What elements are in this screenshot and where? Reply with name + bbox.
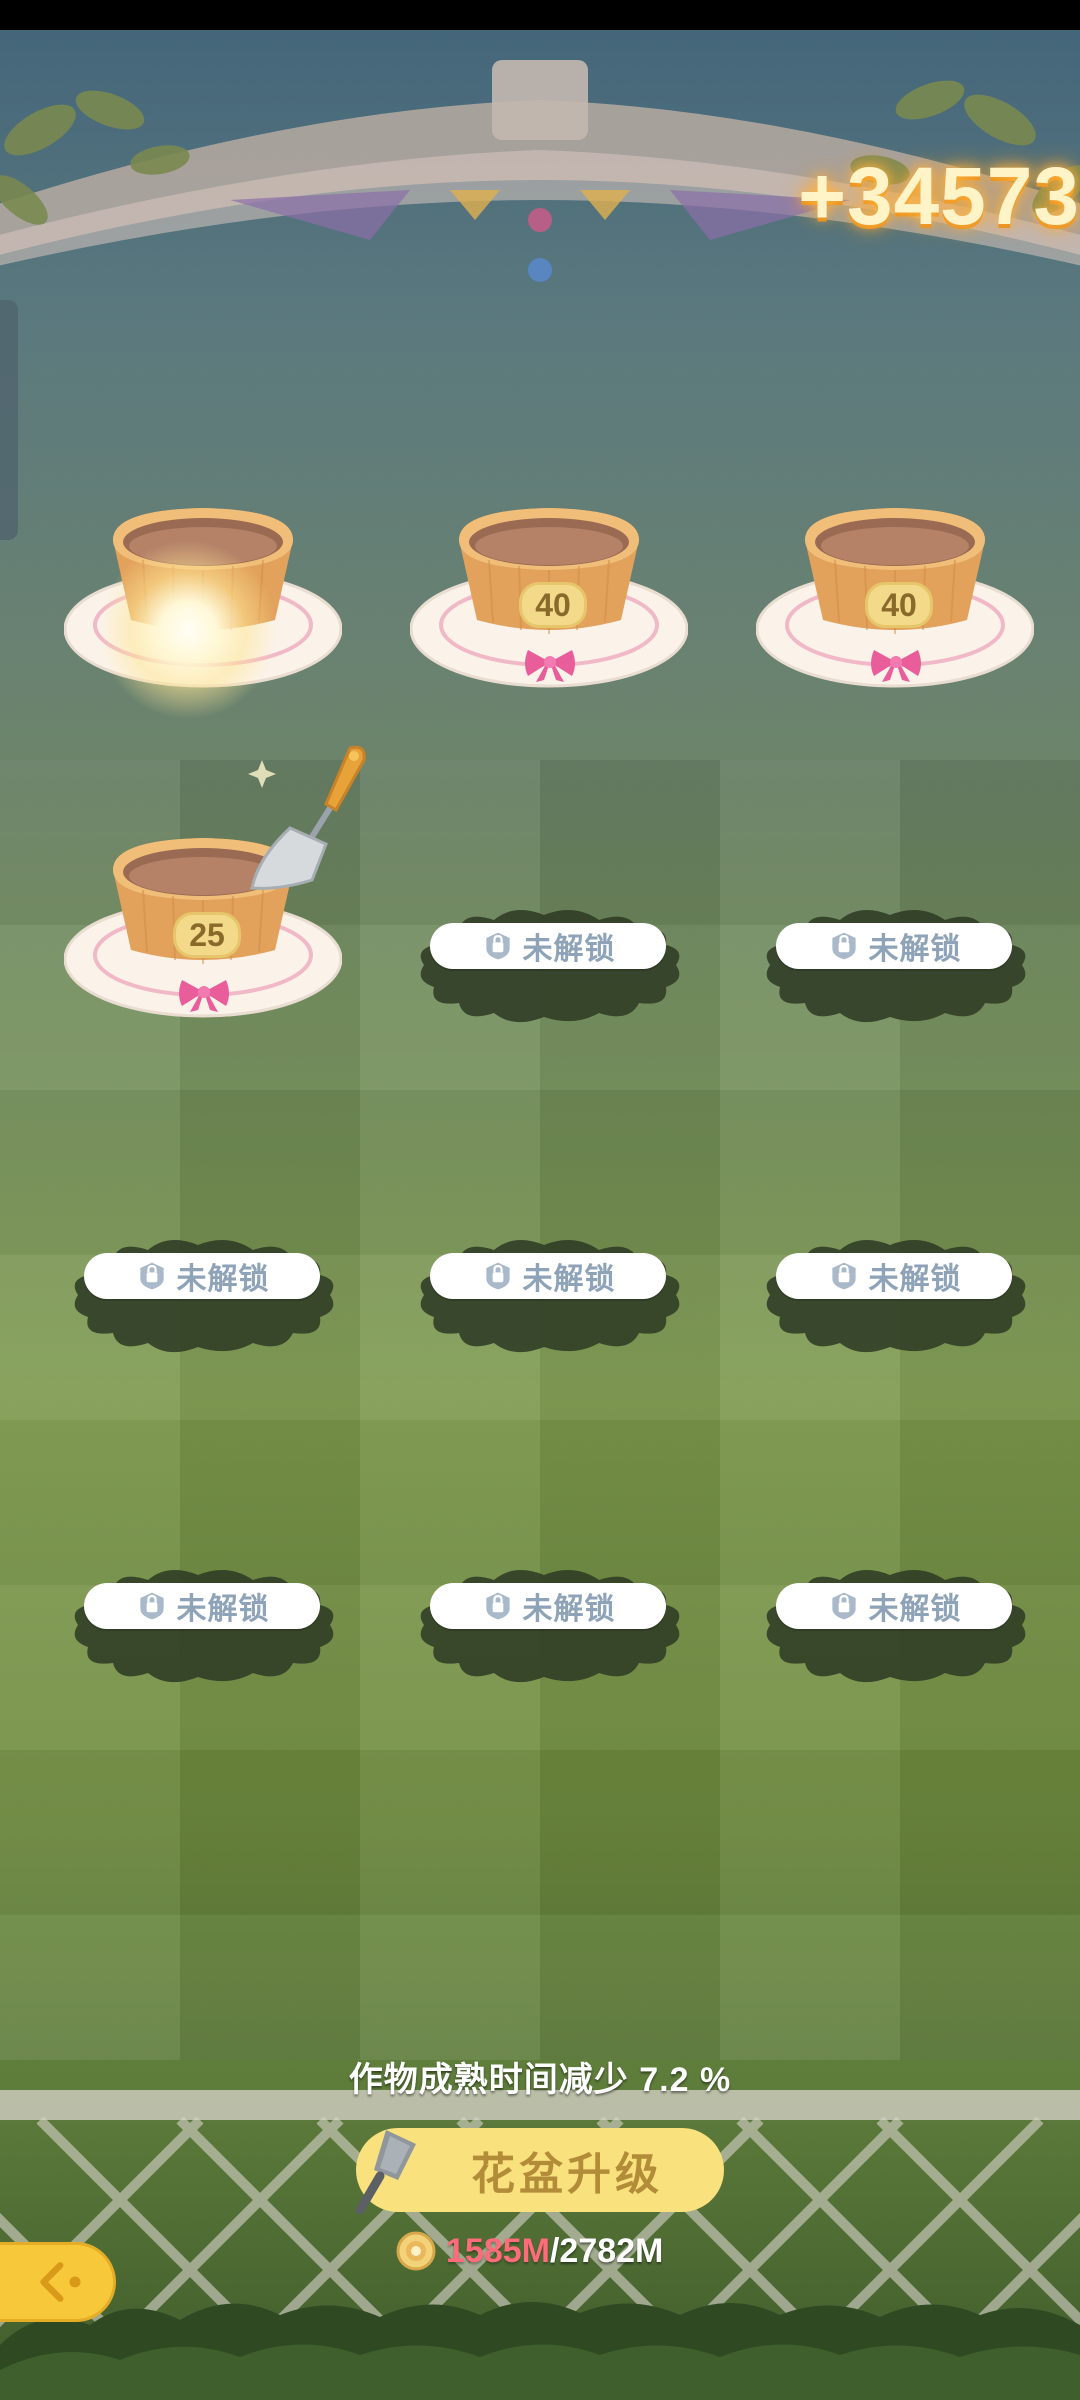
locked-badge: 未解锁 [430,1253,666,1299]
locked-label: 未解锁 [522,933,616,966]
locked-badge: 未解锁 [776,1583,1012,1629]
lock-icon [484,1261,511,1291]
flower-pot-1[interactable] [58,500,348,720]
cost-separator: / [549,2231,560,2270]
lock-icon [138,1261,165,1291]
pot-level-badge: 40 [865,582,933,628]
locked-label: 未解锁 [868,933,962,966]
bow-icon [871,650,921,682]
bow-icon [525,650,575,682]
locked-label: 未解锁 [868,1593,962,1626]
lock-icon [484,1591,511,1621]
score-gain: +34573 [798,151,1080,242]
lock-icon [830,1261,857,1291]
locked-label: 未解锁 [868,1263,962,1296]
locked-badge: 未解锁 [84,1253,320,1299]
hedge-decoration [0,2301,1080,2400]
locked-badge: 未解锁 [776,1253,1012,1299]
locked-slot[interactable]: 未解锁 [750,1555,1040,1695]
lock-icon [830,931,857,961]
locked-slot[interactable]: 未解锁 [58,1555,348,1695]
locked-label: 未解锁 [176,1593,270,1626]
locked-slot[interactable]: 未解锁 [404,1555,694,1695]
locked-slot[interactable]: 未解锁 [404,1225,694,1365]
locked-slot[interactable]: 未解锁 [404,895,694,1035]
locked-slot[interactable]: 未解锁 [750,895,1040,1035]
growth-bonus-text: 作物成熟时间减少 7.2 % [348,2061,732,2099]
locked-badge: 未解锁 [430,923,666,969]
locked-label: 未解锁 [176,1263,270,1296]
locked-badge: 未解锁 [84,1583,320,1629]
flower-pot-3[interactable]: 40 [750,500,1040,700]
trowel-icon [355,2130,416,2215]
locked-label: 未解锁 [522,1263,616,1296]
sparkle-glow [98,540,278,720]
pot-level-badge: 40 [519,582,587,628]
coin-icon [396,2231,436,2271]
pot-level-badge: 25 [173,912,241,958]
status-bar [0,0,1080,30]
back-arrow-icon [40,2262,81,2302]
locked-slot[interactable]: 未解锁 [750,1225,1040,1365]
cost-max: 2782M [559,2231,664,2270]
side-tab[interactable] [0,300,18,540]
bow-icon [179,980,229,1012]
lock-icon [138,1591,165,1621]
flower-pot-2[interactable]: 40 [404,500,694,700]
locked-badge: 未解锁 [776,923,1012,969]
locked-label: 未解锁 [522,1593,616,1626]
shovel-icon[interactable] [240,740,380,900]
lock-icon [830,1591,857,1621]
back-button[interactable] [0,2242,116,2322]
upgrade-cost: 1585M/2782M [396,2226,663,2276]
locked-slot[interactable]: 未解锁 [58,1225,348,1365]
lock-icon [484,931,511,961]
cost-current: 1585M [446,2231,550,2270]
locked-badge: 未解锁 [430,1583,666,1629]
